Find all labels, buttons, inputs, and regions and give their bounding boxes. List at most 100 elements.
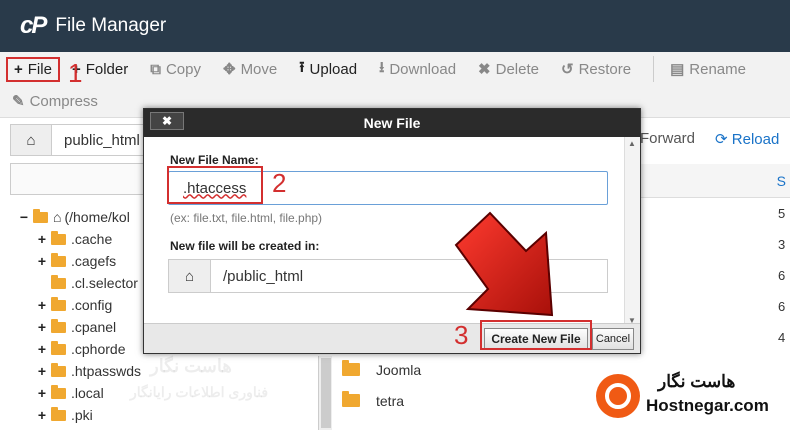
home-icon: ⌂	[169, 260, 211, 292]
brand-name-fa: هاست نگار	[658, 372, 736, 391]
folder-icon	[51, 252, 66, 267]
size-column: 5 3 6 6 4	[778, 206, 785, 361]
new-file-label: File	[27, 60, 52, 78]
expand-toggle[interactable]: +	[36, 319, 48, 335]
compress-button[interactable]: ✎ Compress	[12, 92, 98, 111]
move-icon: ✥	[222, 61, 236, 78]
expand-toggle[interactable]: +	[36, 341, 48, 357]
download-label: Download	[389, 60, 457, 78]
delete-button[interactable]: ✖ Delete	[478, 60, 539, 79]
folder-icon	[51, 340, 66, 355]
expand-toggle[interactable]: +	[36, 231, 48, 247]
toolbar-row-2: ✎ Compress	[12, 86, 120, 116]
expand-toggle[interactable]: +	[36, 407, 48, 423]
download-button[interactable]: ⭳ Download	[379, 57, 456, 82]
target-path-value[interactable]: /public_html	[211, 260, 303, 292]
app-header: cP File Manager	[0, 0, 790, 52]
size-column-header[interactable]: S	[777, 173, 786, 189]
folder-icon	[51, 296, 66, 311]
collapse-toggle[interactable]: −	[18, 209, 30, 225]
tree-item-pki[interactable]: + .pki	[18, 404, 318, 426]
scrollbar-thumb[interactable]	[321, 358, 331, 428]
dialog-scrollbar[interactable]: ▲ ▼	[624, 137, 640, 327]
cpanel-logo[interactable]: cP	[20, 12, 47, 40]
name-input-highlight	[167, 166, 263, 204]
close-icon: ✖	[161, 114, 173, 128]
step-1-annotation: 1	[68, 58, 83, 88]
folder-icon	[342, 360, 360, 376]
folder-icon	[342, 391, 360, 407]
expand-toggle[interactable]: +	[36, 385, 48, 401]
delete-icon: ✖	[478, 61, 491, 78]
compress-icon: ✎	[12, 93, 25, 110]
reload-label: Reload	[731, 131, 780, 148]
rename-icon: ▤	[670, 61, 685, 78]
reload-icon: ⟳	[715, 131, 728, 148]
tree-item-label: (/home/kol	[64, 209, 130, 225]
file-name: tetra	[376, 392, 405, 409]
plus-icon: +	[14, 60, 23, 78]
file-name-label: New File Name:	[170, 153, 259, 167]
toolbar-divider	[653, 56, 655, 82]
close-button[interactable]: ✖	[150, 112, 184, 130]
copy-button[interactable]: ⧉ Copy	[150, 61, 201, 78]
red-arrow-icon	[454, 211, 554, 317]
move-label: Move	[240, 60, 278, 78]
new-file-button[interactable]: + File	[14, 61, 52, 78]
tree-scrollbar[interactable]	[318, 356, 332, 430]
step-2-annotation: 2	[272, 168, 287, 198]
brand-name-en: Hostnegar.com	[646, 396, 769, 415]
cancel-button[interactable]: Cancel	[592, 328, 634, 350]
dialog-title: New File	[363, 115, 421, 131]
expand-toggle[interactable]: +	[36, 297, 48, 313]
file-name-hint: (ex: file.txt, file.html, file.php)	[170, 211, 323, 225]
dialog-titlebar: ✖ New File	[144, 109, 640, 137]
folder-icon	[51, 384, 66, 399]
tree-item-label: .cpanel	[71, 319, 117, 335]
restore-button[interactable]: ↺ Restore	[560, 60, 632, 79]
upload-label: Upload	[309, 60, 358, 78]
new-folder-label: Folder	[85, 60, 129, 78]
expand-toggle[interactable]: +	[36, 363, 48, 379]
target-path-label: New file will be created in:	[170, 239, 320, 253]
forward-button[interactable]: Forward	[640, 130, 695, 148]
folder-icon	[51, 230, 66, 245]
compress-label: Compress	[29, 92, 98, 110]
tree-item-local[interactable]: + .local	[18, 382, 318, 404]
hostnegar-logo: هاست نگار Hostnegar.com	[596, 372, 786, 424]
reload-button[interactable]: ⟳ Reload	[715, 130, 779, 148]
tree-item-label: .cagefs	[71, 253, 117, 269]
upload-icon: ⭱	[299, 58, 305, 76]
scroll-up-icon[interactable]: ▲	[628, 139, 636, 148]
tree-item-label: .htpasswds	[71, 363, 142, 379]
tree-item-label: .cache	[71, 231, 113, 247]
folder-icon	[51, 274, 66, 289]
copy-label: Copy	[165, 60, 201, 78]
home-icon: ⌂	[26, 131, 36, 149]
file-list-header: S	[640, 164, 790, 198]
rename-label: Rename	[689, 60, 746, 78]
restore-icon: ↺	[560, 61, 574, 78]
rename-button[interactable]: ▤ Rename	[670, 60, 746, 79]
app-title: File Manager	[55, 15, 167, 36]
tree-item-label: .cphorde	[71, 341, 126, 357]
folder-icon	[51, 318, 66, 333]
tree-item-label: .cl.selector	[71, 275, 138, 291]
tree-item-label: .pki	[71, 407, 93, 423]
folder-icon	[51, 406, 66, 421]
expand-toggle[interactable]: +	[36, 253, 48, 269]
folder-icon	[51, 362, 66, 377]
tree-item-htpasswds[interactable]: + .htpasswds	[18, 360, 318, 382]
folder-open-icon	[33, 208, 48, 223]
move-button[interactable]: ✥ Move	[222, 60, 278, 79]
home-icon: ⌂	[53, 209, 62, 225]
restore-label: Restore	[578, 60, 632, 78]
brand-icon	[596, 374, 640, 418]
size-cell: 6	[778, 268, 786, 283]
upload-button[interactable]: ⭱ Upload	[299, 57, 357, 82]
file-list-nav: Forward ⟳ Reload	[640, 130, 779, 148]
tree-item-label: .local	[71, 385, 104, 401]
copy-icon: ⧉	[150, 60, 161, 78]
home-button[interactable]: ⌂	[10, 124, 52, 156]
tree-item-label: .config	[71, 297, 113, 313]
